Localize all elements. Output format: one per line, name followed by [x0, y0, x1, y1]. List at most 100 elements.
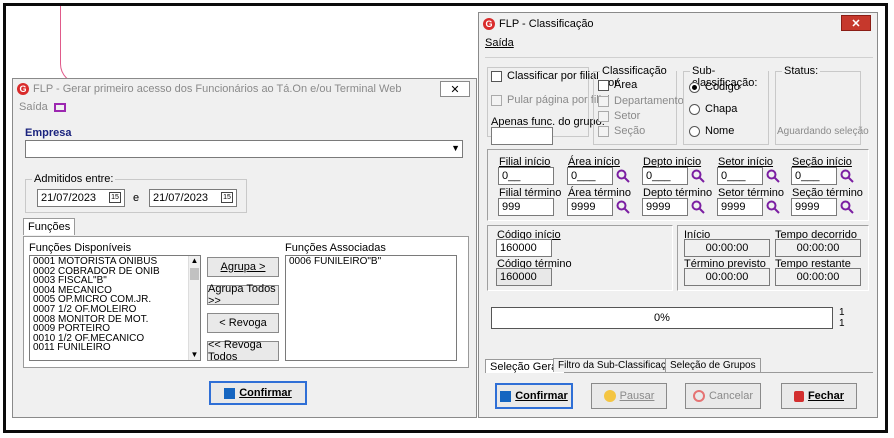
left-menubar: Saída	[19, 101, 66, 113]
fechar-button[interactable]: Fechar	[781, 383, 857, 409]
filial-inicio-input[interactable]: 0__	[498, 167, 554, 185]
calendar-icon[interactable]: 15	[109, 192, 121, 203]
date-separator: e	[133, 192, 140, 204]
left-menu-saida[interactable]: Saída	[19, 101, 48, 113]
list-scrollbar[interactable]: ▲ ▼	[188, 256, 200, 360]
agrupa-todos-label: Agrupa Todos >>	[208, 283, 276, 307]
sub-chapa-radio[interactable]: Chapa	[689, 103, 737, 115]
left-title: FLP - Gerar primeiro acesso dos Funcioná…	[33, 83, 402, 95]
inicio-value: 00:00:00	[705, 242, 749, 254]
search-icon[interactable]	[691, 169, 705, 183]
revoga-label: < Revoga	[219, 317, 267, 329]
calendar-icon[interactable]: 15	[221, 192, 233, 203]
sub-nome-radio[interactable]: Nome	[689, 125, 734, 137]
revoga-todos-label: << Revoga Todos	[208, 339, 262, 363]
list-item[interactable]: 0006 FUNILEIRO"B"	[289, 257, 453, 267]
codigo-inicio-input[interactable]: 160000	[496, 239, 552, 257]
search-icon[interactable]	[616, 169, 630, 183]
scroll-thumb[interactable]	[190, 267, 199, 280]
agrupa-todos-button[interactable]: Agrupa Todos >>	[207, 283, 279, 307]
fechar-label: Fechar	[807, 390, 845, 402]
agrupa-button[interactable]: Agrupa >	[207, 257, 279, 277]
area-termino-input[interactable]: 9999	[567, 198, 613, 216]
filial-termino-input[interactable]: 999	[498, 198, 554, 216]
search-icon[interactable]	[840, 169, 854, 183]
search-icon[interactable]	[616, 200, 630, 214]
class-area-checkbox[interactable]: Área	[598, 79, 637, 91]
search-icon[interactable]	[766, 200, 780, 214]
classificar-filial-checkbox[interactable]: Classificar por filial	[491, 70, 599, 82]
status-label: Status:	[782, 65, 821, 77]
right-menubar: Saída	[485, 37, 514, 49]
revoga-button[interactable]: < Revoga	[207, 313, 279, 333]
cancelar-button[interactable]: Cancelar	[685, 383, 761, 409]
disponiveis-list[interactable]: 0001 MOTORISTA ONIBUS 0002 COBRADOR DE O…	[29, 255, 201, 361]
scroll-up-icon[interactable]: ▲	[189, 256, 200, 266]
tab-filtro-sub[interactable]: Filtro da Sub-Classificação	[553, 358, 682, 372]
empresa-select[interactable]: ▼	[25, 140, 463, 158]
menu-divider	[485, 57, 873, 58]
left-confirmar-label: Confirmar	[239, 387, 292, 399]
left-confirmar-button[interactable]: Confirmar	[209, 381, 307, 405]
tempo-restante-value: 00:00:00	[796, 271, 840, 283]
search-icon[interactable]	[840, 200, 854, 214]
codigo-termino-input[interactable]: 160000	[496, 268, 552, 286]
class-departamento-checkbox[interactable]: Departamento	[598, 95, 684, 107]
area-inicio-value: 0___	[571, 170, 596, 182]
background-curve	[60, 6, 82, 84]
pausar-button[interactable]: Pausar	[591, 383, 667, 409]
pausar-label: Pausar	[619, 390, 655, 402]
progress-bar: 0%	[491, 307, 833, 329]
secao-inicio-input[interactable]: 0___	[791, 167, 837, 185]
secao-inicio-value: 0___	[795, 170, 820, 182]
tempo-decorrido-field: 00:00:00	[775, 239, 861, 257]
list-item[interactable]: 0011 FUNILEIRO	[33, 343, 197, 353]
right-titlebar: G FLP - Classificação ✕	[479, 13, 877, 35]
tab-selecao-grupos[interactable]: Seleção de Grupos	[665, 358, 761, 372]
date-to-value: 21/07/2023	[153, 192, 209, 204]
disponiveis-label: Funções Disponíveis	[29, 242, 132, 254]
class-secao-checkbox[interactable]: Seção	[598, 125, 645, 137]
scroll-down-icon[interactable]: ▼	[189, 350, 200, 360]
depto-inicio-input[interactable]: 0___	[642, 167, 688, 185]
app-logo-icon: G	[483, 18, 495, 30]
apenas-func-input[interactable]	[491, 127, 553, 145]
cancel-icon	[692, 390, 705, 402]
sub-codigo-radio[interactable]: Codigo	[689, 81, 740, 93]
monitor-icon[interactable]	[53, 102, 66, 112]
tab-funcoes[interactable]: Funções	[23, 218, 76, 235]
right-dialog: G FLP - Classificação ✕ Saída Classifica…	[478, 12, 878, 418]
agrupa-label: Agrupa >	[220, 261, 266, 273]
class-departamento-label: Departamento	[614, 95, 684, 107]
date-from-value: 21/07/2023	[41, 192, 97, 204]
right-title: FLP - Classificação	[499, 18, 594, 30]
associadas-list[interactable]: 0006 FUNILEIRO"B"	[285, 255, 457, 361]
pause-icon	[603, 390, 616, 402]
secao-termino-input[interactable]: 9999	[791, 198, 837, 216]
filial-termino-value: 999	[502, 201, 521, 213]
left-close-button[interactable]: ✕	[440, 81, 470, 97]
chevron-down-icon: ▼	[451, 143, 460, 153]
setor-inicio-value: 0___	[721, 170, 746, 182]
depto-termino-value: 9999	[646, 201, 671, 213]
right-confirmar-button[interactable]: Confirmar	[495, 383, 573, 409]
class-setor-checkbox[interactable]: Setor	[598, 110, 640, 122]
empresa-label: Empresa	[25, 127, 72, 139]
date-to-input[interactable]: 21/07/2023 15	[149, 189, 237, 207]
class-secao-label: Seção	[614, 125, 646, 137]
search-icon[interactable]	[691, 200, 705, 214]
right-menu-saida[interactable]: Saída	[485, 37, 514, 49]
pular-pagina-checkbox[interactable]: Pular página por filial	[491, 94, 610, 106]
setor-termino-input[interactable]: 9999	[717, 198, 763, 216]
right-close-button[interactable]: ✕	[841, 15, 871, 31]
search-icon[interactable]	[766, 169, 780, 183]
setor-inicio-input[interactable]: 0___	[717, 167, 763, 185]
class-setor-label: Setor	[614, 110, 641, 122]
depto-termino-input[interactable]: 9999	[642, 198, 688, 216]
sub-chapa-label: Chapa	[705, 103, 738, 115]
revoga-todos-button[interactable]: << Revoga Todos	[207, 339, 279, 363]
associadas-label: Funções Associadas	[285, 242, 386, 254]
date-from-input[interactable]: 21/07/2023 15	[37, 189, 125, 207]
termino-previsto-field: 00:00:00	[684, 268, 770, 286]
area-inicio-input[interactable]: 0___	[567, 167, 613, 185]
